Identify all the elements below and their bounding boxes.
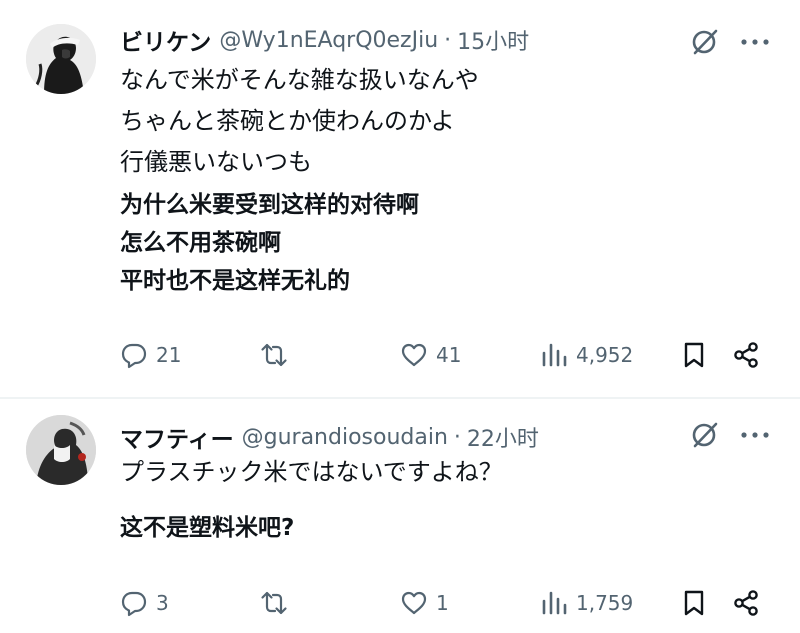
action-bar: 3 1 1,759 <box>120 583 780 623</box>
separator: · <box>444 27 452 53</box>
share-icon <box>734 342 758 368</box>
separator: · <box>453 424 461 450</box>
translation-text: 为什么米要受到这样的对待啊 怎么不用茶碗啊 平时也不是这样无礼的 <box>120 186 419 300</box>
tweet[interactable]: ビリケン @Wy1nEAqrQ0ezJiu · 15小时 なんで米がそんな雑な扱… <box>0 0 800 398</box>
translation-line: 这不是塑料米吧? <box>120 515 295 541</box>
heart-icon <box>401 591 427 615</box>
bookmark-icon <box>684 590 704 616</box>
bookmark-button[interactable] <box>680 583 708 623</box>
reply-count: 3 <box>156 591 169 615</box>
avatar-image <box>26 415 96 485</box>
reply-count: 21 <box>156 343 182 367</box>
translation-line: 为什么米要受到这样的对待啊 <box>120 192 419 218</box>
display-name[interactable]: マフティー <box>120 420 234 454</box>
reply-button[interactable]: 21 <box>120 335 181 375</box>
avatar-image <box>26 24 96 94</box>
heart-icon <box>401 343 427 367</box>
tweet[interactable]: マフティー @gurandiosoudain · 22小时 プラスチック米ではな… <box>0 400 800 633</box>
bookmark-icon <box>684 342 704 368</box>
tweet-text-line: なんで米がそんな雑な扱いなんや <box>120 66 479 94</box>
divider <box>0 397 800 399</box>
tweet-text-line: プラスチック米ではないですよね？ <box>120 458 503 486</box>
translation-line: 怎么不用茶碗啊 <box>120 230 281 256</box>
like-button[interactable]: 1 <box>400 583 449 623</box>
translation-line: 平时也不是这样无礼的 <box>120 268 350 294</box>
views-button[interactable]: 1,759 <box>540 583 633 623</box>
action-bar: 21 41 4,952 <box>120 335 780 375</box>
like-count: 1 <box>436 591 449 615</box>
repost-icon <box>261 591 287 615</box>
like-button[interactable]: 41 <box>400 335 461 375</box>
tweet-header: マフティー @gurandiosoudain · 22小时 <box>120 419 539 455</box>
tweet-text: プラスチック米ではないですよね？ <box>120 452 503 493</box>
views-button[interactable]: 4,952 <box>540 335 633 375</box>
user-handle[interactable]: @gurandiosoudain <box>242 425 448 450</box>
reply-icon <box>121 343 147 369</box>
avatar[interactable] <box>26 415 96 485</box>
timestamp[interactable]: 22小时 <box>467 421 539 453</box>
share-icon <box>734 590 758 616</box>
display-name[interactable]: ビリケン <box>120 23 211 57</box>
like-count: 41 <box>436 343 462 367</box>
repost-icon <box>261 343 287 367</box>
grok-icon[interactable] <box>690 420 720 450</box>
grok-icon[interactable] <box>690 27 720 57</box>
avatar[interactable] <box>26 24 96 94</box>
timestamp[interactable]: 15小时 <box>457 24 529 56</box>
tweet-text-line: ちゃんと茶碗とか使わんのかよ <box>120 107 455 135</box>
bookmark-button[interactable] <box>680 335 708 375</box>
tweet-header: ビリケン @Wy1nEAqrQ0ezJiu · 15小时 <box>120 22 529 58</box>
repost-button[interactable] <box>260 583 296 623</box>
view-count: 4,952 <box>576 343 634 367</box>
tweet-text-line: 行儀悪いないつも <box>120 148 312 176</box>
views-icon <box>542 591 567 615</box>
share-button[interactable] <box>732 583 760 623</box>
tweet-text: なんで米がそんな雑な扱いなんや ちゃんと茶碗とか使わんのかよ 行儀悪いないつも <box>120 60 479 183</box>
view-count: 1,759 <box>576 591 634 615</box>
reply-button[interactable]: 3 <box>120 583 169 623</box>
reply-icon <box>121 591 147 617</box>
share-button[interactable] <box>732 335 760 375</box>
translation-text: 这不是塑料米吧? <box>120 508 294 549</box>
more-icon[interactable] <box>738 420 772 450</box>
views-icon <box>542 343 567 367</box>
user-handle[interactable]: @Wy1nEAqrQ0ezJiu <box>219 28 438 53</box>
repost-button[interactable] <box>260 335 296 375</box>
more-icon[interactable] <box>738 27 772 57</box>
